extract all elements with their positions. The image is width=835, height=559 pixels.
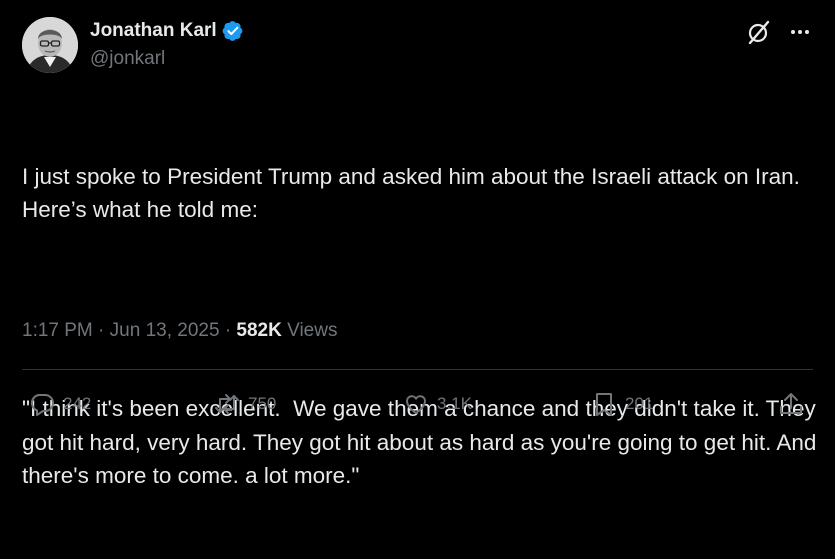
- author-display-name[interactable]: Jonathan Karl: [90, 19, 217, 43]
- post-meta: 1:17 PM · Jun 13, 2025 · 582K Views: [22, 318, 337, 344]
- avatar[interactable]: [22, 17, 78, 73]
- meta-separator: ·: [98, 320, 105, 341]
- verified-badge-icon[interactable]: [222, 20, 244, 42]
- post-date[interactable]: Jun 13, 2025: [110, 320, 220, 341]
- grok-icon[interactable]: [746, 19, 772, 45]
- share-button[interactable]: [777, 384, 805, 424]
- post-time[interactable]: 1:17 PM: [22, 320, 93, 341]
- author-handle[interactable]: @jonkarl: [90, 47, 165, 71]
- views-count[interactable]: 582K: [236, 320, 281, 341]
- like-button[interactable]: 3.1K: [402, 384, 472, 424]
- meta-separator: ·: [224, 320, 232, 341]
- repost-count: 750: [248, 394, 277, 413]
- heart-icon: [406, 395, 426, 414]
- bookmark-count: 201: [625, 394, 654, 413]
- like-count: 3.1K: [437, 394, 472, 413]
- divider: [22, 369, 813, 370]
- action-bar: 242 750 3.1K 201: [0, 384, 835, 424]
- views-label[interactable]: Views: [287, 320, 337, 341]
- share-icon: [780, 393, 802, 414]
- reply-button[interactable]: 242: [28, 384, 91, 424]
- bookmark-icon: [596, 393, 612, 416]
- repost-button[interactable]: 750: [213, 384, 276, 424]
- repost-icon: [215, 394, 239, 414]
- bookmark-button[interactable]: 201: [590, 384, 653, 424]
- avatar-image: [22, 17, 78, 73]
- reply-icon: [30, 394, 54, 416]
- post-paragraph-1: I just spoke to President Trump and aske…: [22, 163, 807, 222]
- tweet-card: Jonathan Karl @jonkarl I just spoke to P…: [0, 0, 835, 488]
- more-options-icon[interactable]: [787, 22, 813, 42]
- author-name-row: Jonathan Karl: [90, 19, 244, 43]
- reply-count: 242: [63, 394, 92, 413]
